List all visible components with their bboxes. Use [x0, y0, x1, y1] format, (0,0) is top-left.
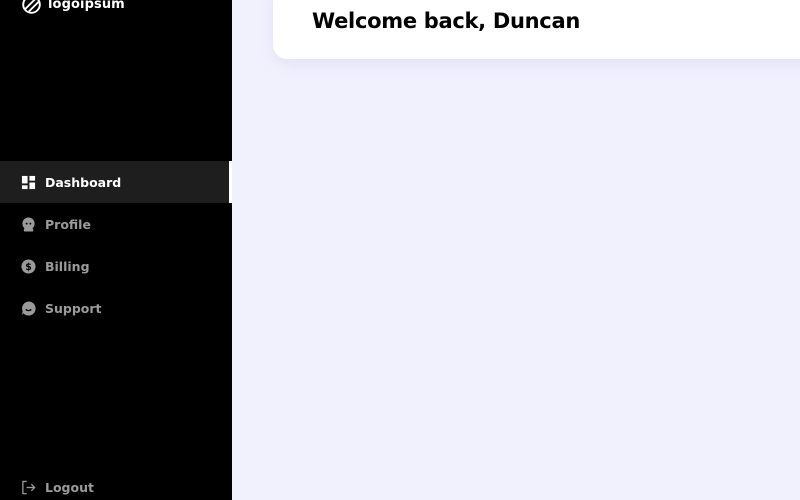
logout-icon — [21, 480, 36, 495]
sidebar-item-profile[interactable]: Profile — [0, 203, 232, 245]
logout-button[interactable]: Logout — [21, 480, 94, 495]
sidebar-item-label: Billing — [45, 258, 90, 274]
sidebar: logoipsum Dashboard Profile $ Billing Su… — [0, 0, 232, 500]
profile-icon — [21, 216, 36, 232]
logout-label: Logout — [45, 480, 94, 495]
sidebar-item-billing[interactable]: $ Billing — [0, 245, 232, 287]
brand-name: logoipsum — [48, 0, 125, 12]
sidebar-item-label: Profile — [45, 216, 91, 232]
billing-icon: $ — [21, 258, 36, 274]
sidebar-item-label: Dashboard — [45, 174, 122, 190]
page-title: Welcome back, Duncan — [312, 9, 580, 33]
sidebar-nav: Dashboard Profile $ Billing Support — [0, 161, 232, 329]
logo-icon — [21, 0, 42, 15]
svg-text:$: $ — [25, 261, 32, 272]
sidebar-item-support[interactable]: Support — [0, 287, 232, 329]
sidebar-item-dashboard[interactable]: Dashboard — [0, 161, 232, 203]
sidebar-item-label: Support — [45, 300, 102, 316]
brand-logo[interactable]: logoipsum — [21, 0, 125, 15]
dashboard-icon — [21, 175, 36, 190]
support-icon — [21, 300, 36, 316]
